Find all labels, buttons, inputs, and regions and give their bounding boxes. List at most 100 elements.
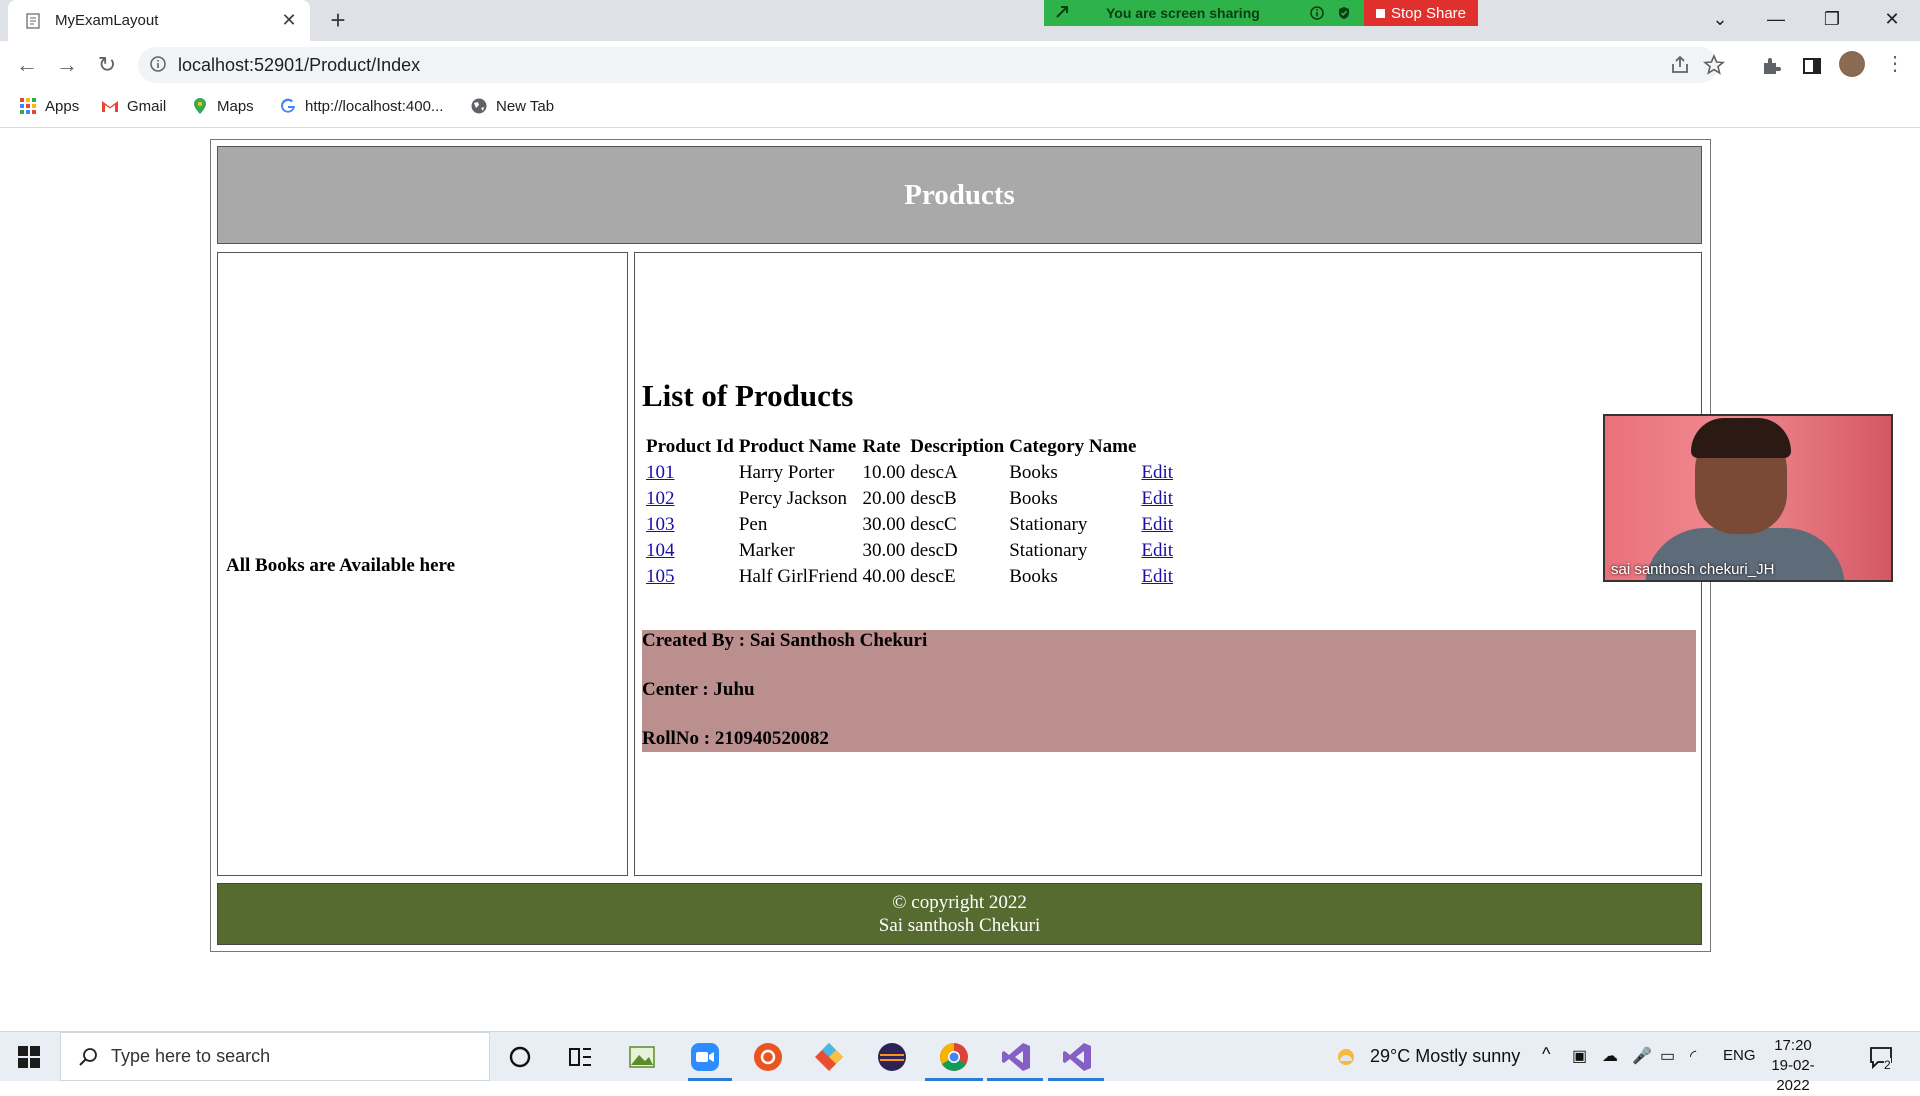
profile-avatar[interactable] <box>1839 51 1865 77</box>
video-thumbnail[interactable]: sai santhosh chekuri_JH <box>1603 414 1893 582</box>
product-rate: 40.00 <box>862 566 906 587</box>
battery-icon[interactable]: ▭ <box>1660 1046 1675 1066</box>
share-arrow-icon <box>1056 6 1068 18</box>
new-tab-button[interactable]: + <box>324 6 352 34</box>
bookmark-gmail[interactable]: Gmail <box>101 97 166 115</box>
chrome-app-icon[interactable] <box>937 1040 971 1074</box>
bookmarks-bar: Apps Gmail Maps http://localhost:400... … <box>0 89 1920 128</box>
edit-link[interactable]: Edit <box>1141 462 1173 483</box>
author-info-box: Created By : Sai Santhosh Chekuri Center… <box>642 630 1696 752</box>
product-category: Books <box>1009 488 1058 509</box>
main-content: List of Products Product Id Product Name… <box>634 252 1702 876</box>
product-rate: 10.00 <box>862 462 906 483</box>
search-placeholder: Type here to search <box>111 1046 271 1066</box>
edit-link[interactable]: Edit <box>1141 514 1173 535</box>
forward-arrow-icon[interactable]: → <box>53 51 81 79</box>
bookmark-label: Maps <box>217 97 254 115</box>
meet-now-icon[interactable]: ▣ <box>1572 1046 1587 1066</box>
edit-link[interactable]: Edit <box>1141 488 1173 509</box>
bookmark-maps[interactable]: Maps <box>191 97 254 115</box>
network-sync-icon[interactable]: ☁ <box>1602 1046 1618 1066</box>
stop-share-button[interactable]: Stop Share <box>1364 0 1478 26</box>
product-rate: 20.00 <box>862 488 906 509</box>
visual-studio-icon-2[interactable] <box>1060 1040 1094 1074</box>
column-header: Rate <box>862 436 901 457</box>
eclipse-app-icon[interactable] <box>875 1040 909 1074</box>
product-id-link[interactable]: 104 <box>646 540 675 561</box>
side-panel-icon[interactable] <box>1800 54 1824 78</box>
photos-app-icon[interactable] <box>625 1040 659 1074</box>
restore-button[interactable]: ❐ <box>1804 0 1860 38</box>
product-category: Stationary <box>1009 540 1088 561</box>
product-id-link[interactable]: 103 <box>646 514 675 535</box>
weather-sun-icon[interactable] <box>1334 1045 1358 1069</box>
git-app-icon[interactable] <box>812 1040 846 1074</box>
search-icon <box>79 1048 97 1066</box>
tab-search-chevron-down-icon[interactable]: ⌄ <box>1692 0 1748 38</box>
more-menu-icon[interactable]: ⋮ <box>1885 51 1905 76</box>
extensions-icon[interactable] <box>1760 54 1784 78</box>
table-row: 101 Harry Porter 10.00 descA Books Edit <box>645 461 1174 485</box>
page-icon <box>26 13 40 29</box>
edit-link[interactable]: Edit <box>1141 566 1173 587</box>
tab-title: MyExamLayout <box>55 12 159 29</box>
screen-share-status: You are screen sharing <box>1044 0 1364 26</box>
globe-icon <box>471 98 487 114</box>
bookmark-localhost[interactable]: http://localhost:400... <box>279 97 443 115</box>
close-window-button[interactable]: ✕ <box>1864 0 1920 38</box>
address-toolbar: ← → ↻ localhost:52901/Product/Index ⋮ <box>0 41 1920 89</box>
bookmark-label: Gmail <box>127 97 167 115</box>
reload-icon[interactable]: ↻ <box>93 51 121 79</box>
center-text: Center : Juhu <box>642 679 755 700</box>
close-tab-icon[interactable]: ✕ <box>278 9 300 31</box>
back-arrow-icon[interactable]: ← <box>13 51 41 79</box>
cortana-icon[interactable] <box>503 1040 537 1074</box>
omnibox[interactable]: localhost:52901/Product/Index <box>138 47 1726 83</box>
product-rate: 30.00 <box>862 514 906 535</box>
chevron-up-icon[interactable]: ^ <box>1542 1044 1550 1065</box>
product-description: descA <box>910 462 958 483</box>
site-info-icon[interactable] <box>150 56 166 72</box>
language-indicator[interactable]: ENG <box>1723 1047 1756 1064</box>
taskbar-search-box[interactable]: Type here to search <box>60 1032 490 1081</box>
product-name: Percy Jackson <box>738 488 847 509</box>
product-name: Half GirlFriend <box>738 566 858 587</box>
wifi-icon[interactable]: ◜ <box>1690 1046 1696 1066</box>
product-description: descC <box>910 514 957 535</box>
weather-text[interactable]: 29°C Mostly sunny <box>1370 1046 1520 1067</box>
stop-share-label: Stop Share <box>1390 4 1467 22</box>
footer-author-text: Sai santhosh Chekuri <box>878 915 1041 936</box>
product-rate: 30.00 <box>862 540 906 561</box>
url-text[interactable]: localhost:52901/Product/Index <box>178 55 420 76</box>
column-header-empty <box>1140 435 1174 459</box>
page-title: Products <box>904 178 1015 211</box>
product-id-link[interactable]: 102 <box>646 488 675 509</box>
browser-tab[interactable]: MyExamLayout ✕ <box>8 0 310 41</box>
page-footer: © copyright 2022 Sai santhosh Chekuri <box>217 883 1702 945</box>
stop-icon <box>1375 8 1385 18</box>
system-clock[interactable]: 17:20 19-02-2022 <box>1760 1036 1826 1096</box>
bookmark-new-tab[interactable]: New Tab <box>470 97 554 115</box>
ubuntu-app-icon[interactable] <box>751 1040 785 1074</box>
product-id-link[interactable]: 101 <box>646 462 675 483</box>
bookmark-star-icon[interactable] <box>1702 53 1726 77</box>
rollno-text: RollNo : 210940520082 <box>642 728 829 749</box>
windows-taskbar: Type here to search 29°C Mostly sunny ^ … <box>0 1031 1920 1094</box>
bookmark-apps[interactable]: Apps <box>19 97 79 115</box>
product-description: descE <box>910 566 956 587</box>
gmail-icon <box>102 101 118 112</box>
task-view-icon[interactable] <box>563 1040 597 1074</box>
zoom-app-icon[interactable] <box>688 1040 722 1074</box>
minimize-button[interactable]: — <box>1748 0 1804 38</box>
windows-start-icon[interactable] <box>18 1046 40 1068</box>
product-id-link[interactable]: 105 <box>646 566 675 587</box>
edit-link[interactable]: Edit <box>1141 540 1173 561</box>
visual-studio-icon[interactable] <box>999 1040 1033 1074</box>
product-name: Marker <box>738 540 795 561</box>
share-page-icon[interactable] <box>1668 53 1692 77</box>
microphone-icon[interactable]: 🎤 <box>1632 1046 1652 1066</box>
shield-icon[interactable] <box>1337 6 1351 20</box>
info-icon[interactable] <box>1310 6 1324 20</box>
participant-name: sai santhosh chekuri_JH <box>1611 561 1775 578</box>
product-category: Books <box>1009 462 1058 483</box>
